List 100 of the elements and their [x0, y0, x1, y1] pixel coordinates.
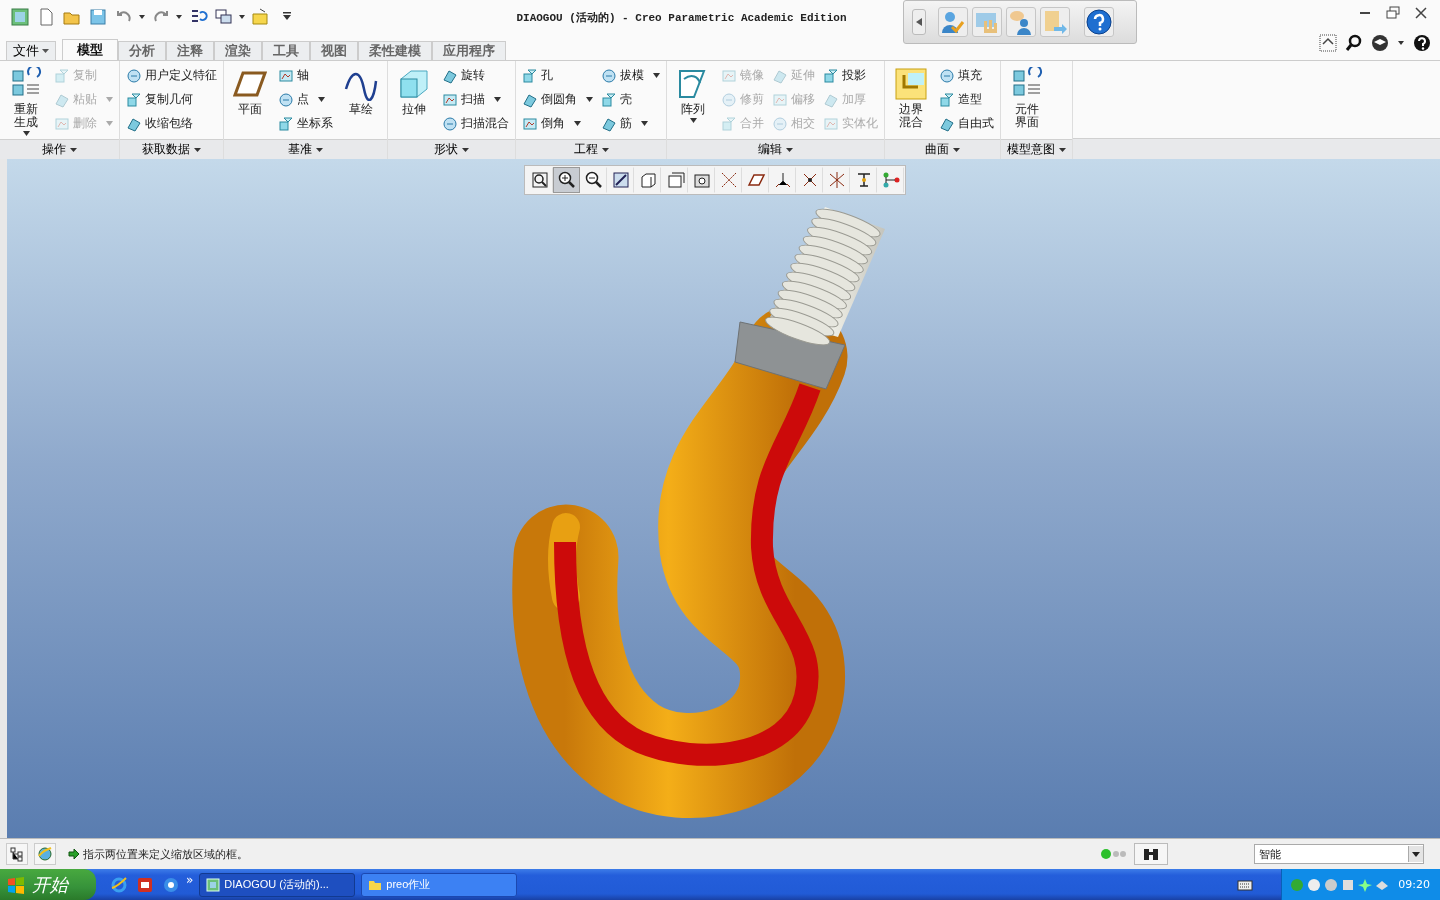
tool-icon	[721, 115, 737, 132]
zoom-in-button[interactable]	[553, 167, 580, 193]
ribbon-button[interactable]: 草绘	[341, 65, 381, 139]
ribbon-tab[interactable]: 应用程序	[432, 41, 506, 60]
help-tool-button[interactable]	[1005, 7, 1036, 37]
ribbon-button[interactable]: 拉伸	[394, 65, 434, 139]
ribbon-button[interactable]: 拔模	[601, 65, 660, 86]
window-title: DIAOGOU (活动的) - Creo Parametric Academic Edition	[516, 11, 847, 25]
repaint-icon	[610, 170, 631, 190]
group-menu[interactable]: 基准	[224, 139, 387, 159]
tray-icon[interactable]	[1307, 877, 1322, 892]
ribbon-tab[interactable]: 模型	[62, 39, 118, 60]
zoom-out-icon	[583, 170, 604, 190]
caret-icon	[601, 147, 609, 152]
ribbon-tab[interactable]: 柔性建模	[358, 41, 432, 60]
windows-icon	[214, 7, 234, 27]
ribbon-tab[interactable]: 渲染	[214, 41, 262, 60]
tool-icon	[442, 91, 458, 108]
ribbon-tab[interactable]: 分析	[118, 41, 166, 60]
learning-button[interactable]	[1370, 34, 1390, 52]
ribbon-button[interactable]: 阵列	[673, 65, 713, 139]
ribbon-button[interactable]: 边界混合	[891, 65, 931, 139]
caret-icon	[70, 147, 77, 152]
tool-icon	[939, 91, 955, 108]
zoom-in-icon	[556, 170, 577, 190]
help-tool-button[interactable]	[937, 7, 968, 37]
tool-icon	[126, 67, 142, 84]
caret-icon	[689, 118, 697, 123]
ribbon-button[interactable]: 壳	[601, 89, 660, 110]
tray-icon[interactable]	[1341, 877, 1356, 892]
help-icon	[1085, 9, 1112, 35]
back-button[interactable]	[911, 9, 926, 35]
tool-icon	[522, 67, 538, 84]
tray-icon[interactable]	[1358, 877, 1373, 892]
ribbon-button[interactable]: 造型	[939, 89, 994, 110]
filter-dropdown[interactable]: 智能	[1254, 844, 1424, 864]
arrow-right-icon	[68, 848, 80, 860]
tree-icon	[9, 846, 25, 862]
refit-icon	[529, 170, 550, 190]
caret-icon	[316, 147, 323, 152]
ribbon-button[interactable]: 筋	[601, 113, 660, 134]
app-button[interactable]	[8, 6, 32, 28]
app-icon	[162, 875, 180, 894]
caret-icon	[176, 15, 182, 19]
ribbon-button[interactable]: 旋转	[442, 65, 509, 86]
ribbon-tab[interactable]: 视图	[310, 41, 358, 60]
group-menu[interactable]: 模型意图	[1001, 139, 1072, 159]
search-button[interactable]	[1344, 34, 1364, 52]
tool-icon	[939, 67, 955, 84]
ribbon-button[interactable]: 投影	[823, 65, 878, 86]
folder-icon	[251, 7, 271, 27]
ribbon-button[interactable]: 填充	[939, 65, 994, 86]
help-button[interactable]	[1412, 34, 1432, 52]
model-tree-button[interactable]	[6, 843, 28, 865]
person-check-icon	[939, 9, 966, 35]
ribbon-button[interactable]: 倒角	[522, 113, 593, 134]
tool-icon	[442, 115, 458, 132]
ribbon-button[interactable]: 倒圆角	[522, 89, 593, 110]
ribbon-tab[interactable]: 工具	[262, 41, 310, 60]
tool-icon	[126, 91, 142, 108]
tool-icon	[894, 67, 928, 101]
ribbon-button[interactable]: 重新生成	[6, 65, 46, 139]
minimize-icon	[1360, 12, 1370, 14]
more-button[interactable]: »	[186, 872, 194, 887]
ribbon-button[interactable]: 轴	[278, 65, 333, 86]
ribbon-tab[interactable]: 注释	[166, 41, 214, 60]
taskbar-button[interactable]: DIAOGOU (活动的)...	[199, 872, 356, 897]
caret-icon	[239, 15, 245, 19]
ribbon-button[interactable]: 扫描	[442, 89, 509, 110]
caret-icon	[139, 15, 145, 19]
clock: 09:20	[1398, 878, 1430, 891]
taskbar-button[interactable]: preo作业	[361, 872, 518, 897]
ribbon-button[interactable]: 收缩包络	[126, 113, 217, 134]
collapse-ribbon-button[interactable]	[1318, 34, 1338, 52]
help-button[interactable]	[1083, 7, 1114, 37]
ribbon-button[interactable]: 坐标系	[278, 113, 333, 134]
app-icon	[206, 877, 221, 892]
ribbon-button[interactable]: 扫描混合	[442, 113, 509, 134]
group-menu[interactable]: 操作	[0, 139, 119, 159]
find-button[interactable]	[1134, 843, 1168, 865]
file-menu[interactable]: 文件	[6, 41, 56, 60]
ribbon-button[interactable]: 元件界面	[1007, 65, 1047, 139]
ribbon-button[interactable]: 自由式	[939, 113, 994, 134]
group-menu[interactable]: 工程	[516, 139, 666, 159]
ribbon-button[interactable]: 孔	[522, 65, 593, 86]
group-menu[interactable]: 形状	[388, 139, 515, 159]
group-menu[interactable]: 编辑	[667, 139, 884, 159]
ribbon-button[interactable]: 用户定义特征	[126, 65, 217, 86]
start-button[interactable]: 开始	[0, 869, 96, 900]
caret-icon	[462, 147, 469, 152]
group-menu[interactable]: 曲面	[885, 139, 1000, 159]
ribbon-button[interactable]: 复制几何	[126, 89, 217, 110]
windows-logo-icon	[6, 875, 26, 894]
tool-icon	[601, 67, 617, 84]
ribbon-button[interactable]: 点	[278, 89, 333, 110]
binoculars-icon	[1142, 846, 1160, 862]
browser-button[interactable]	[34, 843, 56, 865]
tool-icon	[54, 67, 70, 84]
group-menu[interactable]: 获取数据	[120, 139, 223, 159]
ribbon-button[interactable]: 平面	[230, 65, 270, 139]
